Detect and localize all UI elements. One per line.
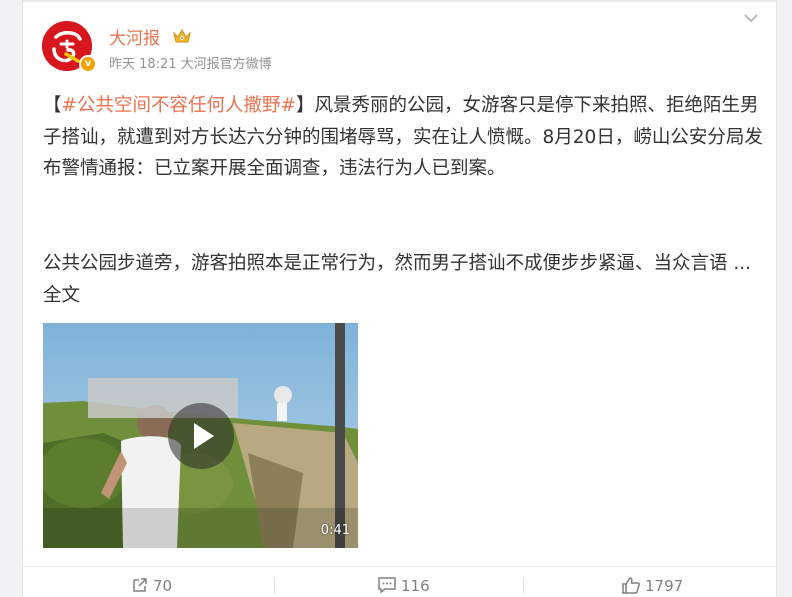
repost-count: 70 [153,577,173,595]
action-bar: 70 116 1797 [23,566,776,597]
play-icon [194,423,214,449]
video-player[interactable]: 0:41 [43,323,358,548]
author-name[interactable]: 大河报 [109,24,160,49]
topic-link[interactable]: #公共空间不容任何人撒野# [62,95,297,116]
comment-count: 116 [401,577,430,595]
divider [274,578,275,594]
expand-full-text-link[interactable]: 全文 [43,285,80,306]
like-button[interactable]: 1797 [621,575,683,597]
comment-icon [378,577,396,594]
repost-button[interactable]: 70 [131,575,172,597]
weibo-post-card: v 大河报 昨天 18:21 大河报官方微博 【#公共空间不容任何人撒野#】风景秀… [22,0,777,597]
card-divider [23,0,776,2]
like-count: 1797 [645,577,684,595]
share-icon [133,578,147,592]
bracket-open: 【 [43,95,62,116]
bracket-close: 】 [296,95,315,116]
post-time[interactable]: 昨天 18:21 [109,57,177,72]
chevron-down-icon[interactable] [744,14,758,22]
post-source: 大河报官方微博 [180,57,272,72]
verified-badge-icon: v [79,55,97,73]
post-meta: 昨天 18:21 大河报官方微博 [109,53,276,72]
post-text-continued: 公共公园步道旁，游客拍照本是正常行为，然而男子搭讪不成便步步紧逼、当众言语 ..… [43,248,763,311]
post-body-2: 公共公园步道旁，游客拍照本是正常行为，然而男子搭讪不成便步步紧逼、当众言语 ..… [43,253,752,274]
play-button[interactable] [168,403,234,469]
crown-icon[interactable] [172,27,192,45]
comment-button[interactable]: 116 [377,575,430,597]
post-text: 【#公共空间不容任何人撒野#】风景秀丽的公园，女游客只是停下来拍照、拒绝陌生男子… [43,90,763,185]
video-duration: 0:41 [320,523,350,538]
divider [523,578,524,594]
thumbs-up-icon [622,577,640,594]
